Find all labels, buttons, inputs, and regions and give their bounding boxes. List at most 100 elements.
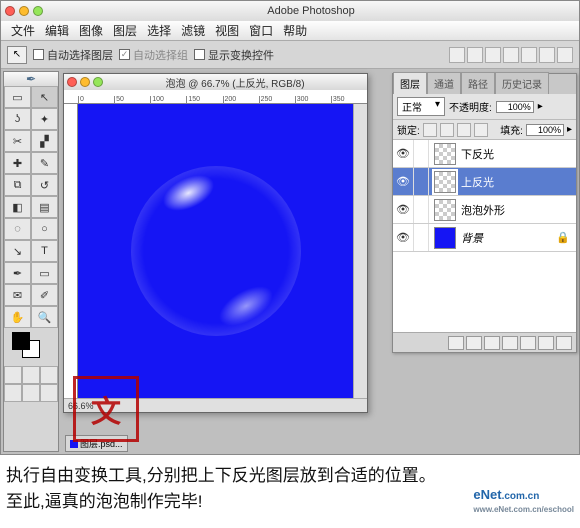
layer-row[interactable]: 👁 下反光 xyxy=(393,140,576,168)
minimize-icon[interactable] xyxy=(19,6,29,16)
marquee-tool[interactable]: ▭ xyxy=(4,86,31,108)
blur-tool[interactable]: ◌ xyxy=(4,218,31,240)
layer-name[interactable]: 背景 xyxy=(461,230,556,246)
menu-file[interactable]: 文件 xyxy=(7,20,39,41)
screen-mode[interactable] xyxy=(4,384,22,402)
menu-edit[interactable]: 编辑 xyxy=(41,20,73,41)
type-tool[interactable]: T xyxy=(31,240,58,262)
pen-tool[interactable]: ✒ xyxy=(4,262,31,284)
tab-paths[interactable]: 路径 xyxy=(461,72,495,94)
menu-help[interactable]: 帮助 xyxy=(279,20,311,41)
lock-all-icon[interactable] xyxy=(474,123,488,137)
align-icon[interactable] xyxy=(557,47,573,63)
zoom-icon[interactable] xyxy=(93,77,103,87)
eraser-tool[interactable]: ◧ xyxy=(4,196,31,218)
mask-icon[interactable] xyxy=(484,336,500,350)
color-swatches[interactable] xyxy=(6,330,56,364)
link-column[interactable] xyxy=(413,224,429,251)
dodge-tool[interactable]: ○ xyxy=(31,218,58,240)
slice-tool[interactable]: ▞ xyxy=(31,130,58,152)
menu-window[interactable]: 窗口 xyxy=(245,20,277,41)
link-layers-icon[interactable] xyxy=(448,336,464,350)
auto-select-layer-checkbox[interactable]: 自动选择图层 xyxy=(33,47,113,63)
layer-name[interactable]: 上反光 xyxy=(461,174,576,190)
foreground-swatch[interactable] xyxy=(12,332,30,350)
document-tab[interactable]: 图层.psd... xyxy=(65,435,128,452)
tab-channels[interactable]: 通道 xyxy=(427,72,461,94)
tab-history[interactable]: 历史记录 xyxy=(495,72,549,94)
align-icon[interactable] xyxy=(449,47,465,63)
lasso-tool[interactable]: ʖ xyxy=(4,108,31,130)
link-column[interactable] xyxy=(413,140,429,167)
visibility-icon[interactable]: 👁 xyxy=(393,203,413,216)
menu-view[interactable]: 视图 xyxy=(211,20,243,41)
layer-thumb[interactable] xyxy=(434,171,456,193)
menu-filter[interactable]: 滤镜 xyxy=(177,20,209,41)
layer-row[interactable]: 👁 背景 🔒 xyxy=(393,224,576,252)
layer-row[interactable]: 👁 泡泡外形 xyxy=(393,196,576,224)
chevron-right-icon[interactable]: ▸ xyxy=(567,124,572,135)
ruler-vertical[interactable] xyxy=(64,104,78,398)
adjustment-icon[interactable] xyxy=(502,336,518,350)
lock-paint-icon[interactable] xyxy=(440,123,454,137)
new-layer-icon[interactable] xyxy=(538,336,554,350)
path-tool[interactable]: ↘ xyxy=(4,240,31,262)
ruler-horizontal[interactable]: 0 50 100 150 200 250 300 350 xyxy=(64,90,367,104)
eyedropper-tool[interactable]: ✐ xyxy=(31,284,58,306)
layer-thumb[interactable] xyxy=(434,199,456,221)
link-column[interactable] xyxy=(413,196,429,223)
visibility-icon[interactable]: 👁 xyxy=(393,147,413,160)
menu-layer[interactable]: 图层 xyxy=(109,20,141,41)
wand-tool[interactable]: ✦ xyxy=(31,108,58,130)
move-tool[interactable]: ↖ xyxy=(31,86,58,108)
move-tool-icon[interactable]: ↖ xyxy=(7,46,27,64)
shape-tool[interactable]: ▭ xyxy=(31,262,58,284)
align-icon[interactable] xyxy=(521,47,537,63)
fx-icon[interactable] xyxy=(466,336,482,350)
notes-tool[interactable]: ✉ xyxy=(4,284,31,306)
screen-mode[interactable] xyxy=(22,384,40,402)
align-icon[interactable] xyxy=(539,47,555,63)
document-titlebar[interactable]: 泡泡 @ 66.7% (上反光, RGB/8) xyxy=(64,74,367,90)
layer-row[interactable]: 👁 上反光 xyxy=(393,168,576,196)
folder-icon[interactable] xyxy=(520,336,536,350)
align-icon[interactable] xyxy=(485,47,501,63)
scrollbar-vertical[interactable] xyxy=(353,104,367,398)
align-icon[interactable] xyxy=(467,47,483,63)
visibility-icon[interactable]: 👁 xyxy=(393,175,413,188)
visibility-icon[interactable]: 👁 xyxy=(393,231,413,244)
layer-name[interactable]: 泡泡外形 xyxy=(461,202,576,218)
show-transform-checkbox[interactable]: 显示变换控件 xyxy=(194,47,274,63)
zoom-icon[interactable] xyxy=(33,6,43,16)
lock-position-icon[interactable] xyxy=(457,123,471,137)
canvas[interactable] xyxy=(78,104,353,398)
screen-mode[interactable] xyxy=(40,366,58,384)
stamp-tool[interactable]: ⧉ xyxy=(4,174,31,196)
align-icon[interactable] xyxy=(503,47,519,63)
link-column[interactable] xyxy=(413,168,429,195)
history-brush-tool[interactable]: ↺ xyxy=(31,174,58,196)
auto-select-group-checkbox[interactable]: ✓ 自动选择组 xyxy=(119,47,188,63)
zoom-tool[interactable]: 🔍 xyxy=(31,306,58,328)
minimize-icon[interactable] xyxy=(80,77,90,87)
layer-thumb[interactable] xyxy=(434,227,456,249)
toolbox-header[interactable]: ✒ xyxy=(4,72,58,86)
tab-layers[interactable]: 图层 xyxy=(393,72,427,94)
heal-tool[interactable]: ✚ xyxy=(4,152,31,174)
menu-select[interactable]: 选择 xyxy=(143,20,175,41)
gradient-tool[interactable]: ▤ xyxy=(31,196,58,218)
zoom-value[interactable]: 66.6% xyxy=(68,401,94,411)
layer-thumb[interactable] xyxy=(434,143,456,165)
opacity-input[interactable]: 100% xyxy=(496,101,534,113)
trash-icon[interactable] xyxy=(556,336,572,350)
layer-name[interactable]: 下反光 xyxy=(461,146,576,162)
chevron-right-icon[interactable]: ▸ xyxy=(538,101,543,112)
crop-tool[interactable]: ✂ xyxy=(4,130,31,152)
menu-image[interactable]: 图像 xyxy=(75,20,107,41)
quickmask-mode[interactable] xyxy=(22,366,40,384)
blend-mode-select[interactable]: 正常▾ xyxy=(397,97,445,116)
lock-transparency-icon[interactable] xyxy=(423,123,437,137)
standard-mode[interactable] xyxy=(4,366,22,384)
fill-input[interactable]: 100% xyxy=(526,124,564,136)
hand-tool[interactable]: ✋ xyxy=(4,306,31,328)
